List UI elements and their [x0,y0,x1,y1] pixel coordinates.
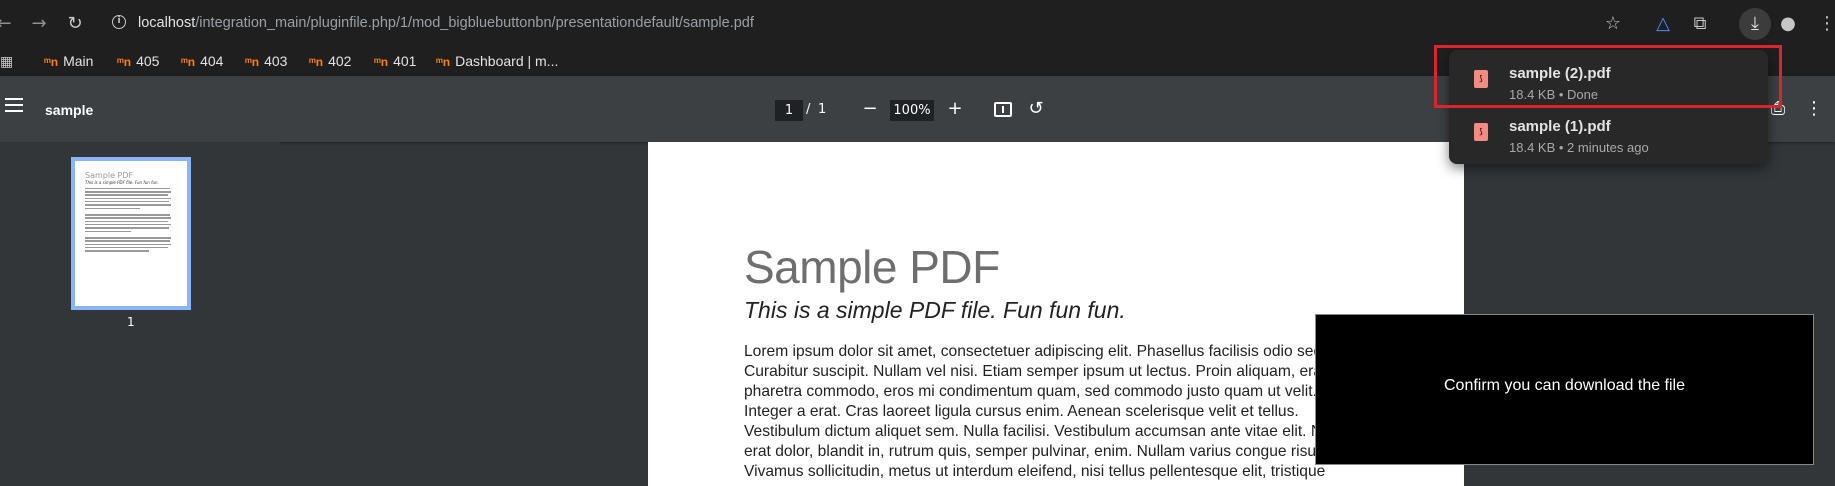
address-bar[interactable]: i localhost/integration_main/pluginfile.… [100,8,1625,40]
thumbnail-text-line [85,207,141,210]
highlight-box [1434,45,1782,108]
thumbnail-text-line [85,217,171,219]
page-separator: / [806,102,811,117]
bookmark-dashboard[interactable]: ᵐn Dashboard | m... [436,53,558,71]
download-item[interactable]: ⟆ sample (1).pdf 18.4 KB • 2 minutes ago [1449,109,1768,161]
thumbnail-text-line [85,240,170,242]
document-title: sample [45,102,94,118]
thumbnail-text-line [85,243,172,246]
page-thumbnail[interactable]: Sample PDF This is a simple PDF file. Fu… [71,157,191,310]
thumbnail-text-line [85,187,170,190]
bookmark-401[interactable]: ᵐn 401 [374,53,416,71]
moodle-icon: ᵐn [309,55,324,69]
pdf-subheading: This is a simple PDF file. Fun fun fun. [744,297,1126,323]
download-icon[interactable]: ⤓ [1739,8,1771,40]
thumbnail-text-line [85,214,170,216]
thumbnail-text-line [85,227,169,229]
bookmark-402[interactable]: ᵐn 402 [309,53,351,71]
pdf-text-line: Lorem ipsum dolor sit amet, consectetuer… [744,343,1348,360]
browser-toolbar: ← → ↻ i localhost/integration_main/plugi… [0,0,1835,48]
reload-icon[interactable]: ↻ [63,12,87,36]
thumbnail-text-line [85,194,168,196]
pdf-text-line: Curabitur suscipit. Nullam vel nisi. Eti… [744,363,1362,380]
download-status: 18.4 KB • 2 minutes ago [1509,140,1649,155]
pdf-text-line: pharetra commodo, eros mi condimentum qu… [744,383,1317,400]
profile-icon[interactable]: ● [1776,12,1800,36]
thumbnail-text-line [85,230,131,233]
pdf-heading: Sample PDF [744,241,1000,293]
thumbnail-text-line [85,200,169,203]
thumbnail-text-line [85,246,168,249]
thumbnail-text-line [85,223,172,226]
thumbnail-text-line [85,204,172,206]
thumbnail-text-line [85,197,171,200]
extension-triangle-icon[interactable]: △ [1651,12,1675,36]
thumbnail-text-line [85,220,168,223]
extensions-puzzle-icon[interactable]: ⧉ [1688,12,1712,36]
pdf-file-icon: ⟆ [1474,123,1488,141]
zoom-input[interactable]: 100% [890,100,934,121]
bookmark-403[interactable]: ᵐn 403 [245,53,287,71]
apps-grid-icon[interactable]: ▦ [0,54,16,70]
moodle-icon: ᵐn [181,55,196,69]
pdf-text-line: Vestibulum dictum aliquet sem. Nulla fac… [744,423,1347,440]
forward-icon[interactable]: → [27,12,51,36]
browser-menu-icon[interactable]: ⋮ [1815,12,1835,36]
moodle-icon: ᵐn [374,55,389,69]
thumbnail-text-line [85,237,171,239]
thumbnail-page-number: 1 [127,315,135,329]
thumbnail-sidebar: Sample PDF This is a simple PDF file. Fu… [0,142,280,486]
pdf-text-line: erat dolor, blandit in, rutrum quis, sem… [744,443,1329,460]
bookmark-404[interactable]: ᵐn 404 [181,53,223,71]
zoom-out-icon[interactable]: − [858,97,882,121]
moodle-icon: ᵐn [436,55,451,69]
hamburger-menu-icon[interactable] [5,98,23,112]
url-text[interactable]: localhost/integration_main/pluginfile.ph… [138,15,754,31]
pdf-body-text: Lorem ipsum dolor sit amet, consectetuer… [744,342,1374,482]
pdf-text-line: Integer a erat. Cras laoreet ligula curs… [744,403,1299,420]
zoom-in-icon[interactable]: + [943,97,967,121]
instruction-message: Confirm you can download the file [1443,377,1686,394]
bookmark-405[interactable]: ᵐn 405 [117,53,159,71]
thumbnail-subheading: This is a simple PDF file. Fun fun fun. [85,180,159,185]
download-filename: sample (1).pdf [1509,118,1611,135]
thumbnail-heading: Sample PDF [85,171,134,180]
back-icon[interactable]: ← [0,12,16,36]
thumbnail-text-line [85,250,150,252]
instruction-overlay: Confirm you can download the file [1315,314,1814,465]
page-total: 1 [818,102,827,117]
bookmark-main[interactable]: ᵐn Main [44,53,93,71]
fit-to-page-icon[interactable] [994,102,1012,117]
moodle-icon: ᵐn [117,55,132,69]
rotate-icon[interactable]: ↺ [1024,97,1048,121]
moodle-icon: ᵐn [44,55,59,69]
pdf-text-line: Vivamus sollicitudin, metus ut interdum … [744,463,1326,480]
page-number-input[interactable]: 1 [775,100,803,121]
more-options-icon[interactable]: ⋮ [1802,97,1826,121]
site-info-icon[interactable]: i [112,15,126,29]
moodle-icon: ᵐn [245,55,260,69]
bookmark-star-icon[interactable]: ☆ [1601,12,1625,36]
thumbnail-text-line [85,191,172,193]
